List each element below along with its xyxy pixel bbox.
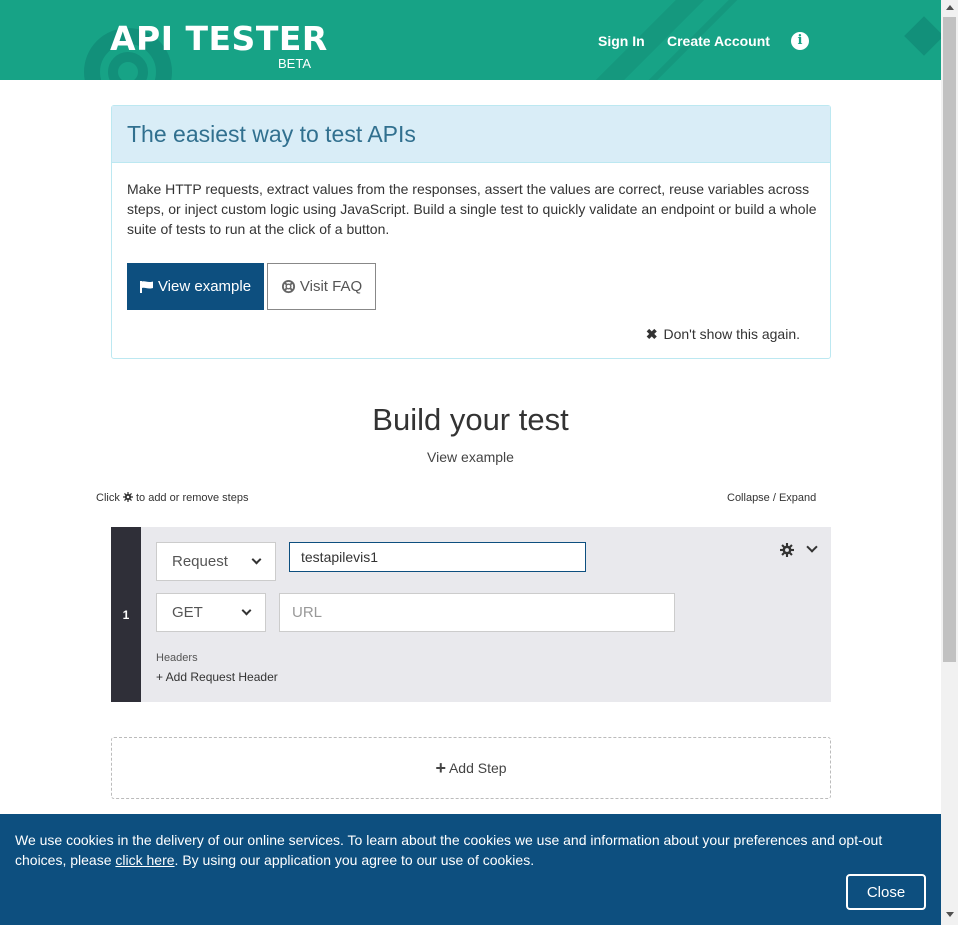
hint-suffix: to add or remove steps [135,492,249,504]
http-method-value: GET [172,604,203,621]
headers-label: Headers [156,652,198,664]
scroll-thumb[interactable] [943,17,956,662]
intro-title: The easiest way to test APIs [127,121,416,147]
life-ring-icon [281,279,295,294]
step-type-select[interactable]: Request [156,542,276,581]
add-request-header-link[interactable]: + Add Request Header [156,670,278,684]
cookie-close-button[interactable]: Close [846,874,926,910]
builder-hint: Click to add or remove steps [96,492,248,504]
gear-icon [122,492,133,502]
decor-diamond [904,16,941,56]
beta-badge: BETA [278,56,311,71]
step-number: 1 [111,527,141,702]
intro-panel-header: The easiest way to test APIs [112,106,830,163]
gear-icon[interactable] [780,543,794,557]
step-card: 1 Request testapilevis1 GET URL Headers … [111,527,831,702]
flag-icon [139,280,153,293]
chevron-down-icon[interactable] [806,541,818,553]
view-example-label: View example [157,278,252,295]
top-header: API TESTER BETA Sign In Create Account i [0,0,941,80]
http-method-select[interactable]: GET [156,593,266,632]
dont-show-again-link[interactable]: ✖ Don't show this again. [646,326,800,343]
plus-icon: + [435,757,446,778]
page-scrollbar[interactable] [941,0,958,925]
add-step-label: Add Step [448,760,507,776]
chevron-down-icon [241,605,252,616]
view-example-button[interactable]: View example [127,263,264,310]
sign-in-link[interactable]: Sign In [598,33,645,49]
cookie-message: We use cookies in the delivery of our on… [15,830,915,870]
url-input[interactable]: URL [279,593,675,632]
app-logo[interactable]: API TESTER BETA [110,19,328,72]
collapse-expand-link[interactable]: Collapse / Expand [727,492,816,504]
add-step-button[interactable]: + Add Step [111,737,831,799]
close-x-icon: ✖ [645,326,658,342]
scroll-down-arrow-icon[interactable] [946,912,954,917]
info-icon[interactable]: i [791,32,809,50]
dont-show-label: Don't show this again. [663,326,800,342]
intro-panel: The easiest way to test APIs Make HTTP r… [111,105,831,359]
hint-prefix: Click [96,492,120,504]
visit-faq-label: Visit FAQ [299,278,363,295]
scroll-up-arrow-icon[interactable] [946,5,954,10]
view-example-link[interactable]: View example [427,449,514,465]
create-account-link[interactable]: Create Account [667,33,770,49]
cookie-banner: We use cookies in the delivery of our on… [0,814,941,925]
cookie-text-after: . By using our application you agree to … [174,852,535,868]
visit-faq-button[interactable]: Visit FAQ [267,263,376,310]
step-type-value: Request [172,553,228,570]
builder-title: Build your test [372,402,569,437]
cookie-click-here-link[interactable]: click here [115,852,174,868]
view-example-text-wrap: View example [0,449,941,465]
intro-description: Make HTTP requests, extract values from … [127,181,817,237]
logo-title: API TESTER [110,19,328,58]
chevron-down-icon [251,554,262,565]
step-name-input[interactable]: testapilevis1 [289,542,586,572]
